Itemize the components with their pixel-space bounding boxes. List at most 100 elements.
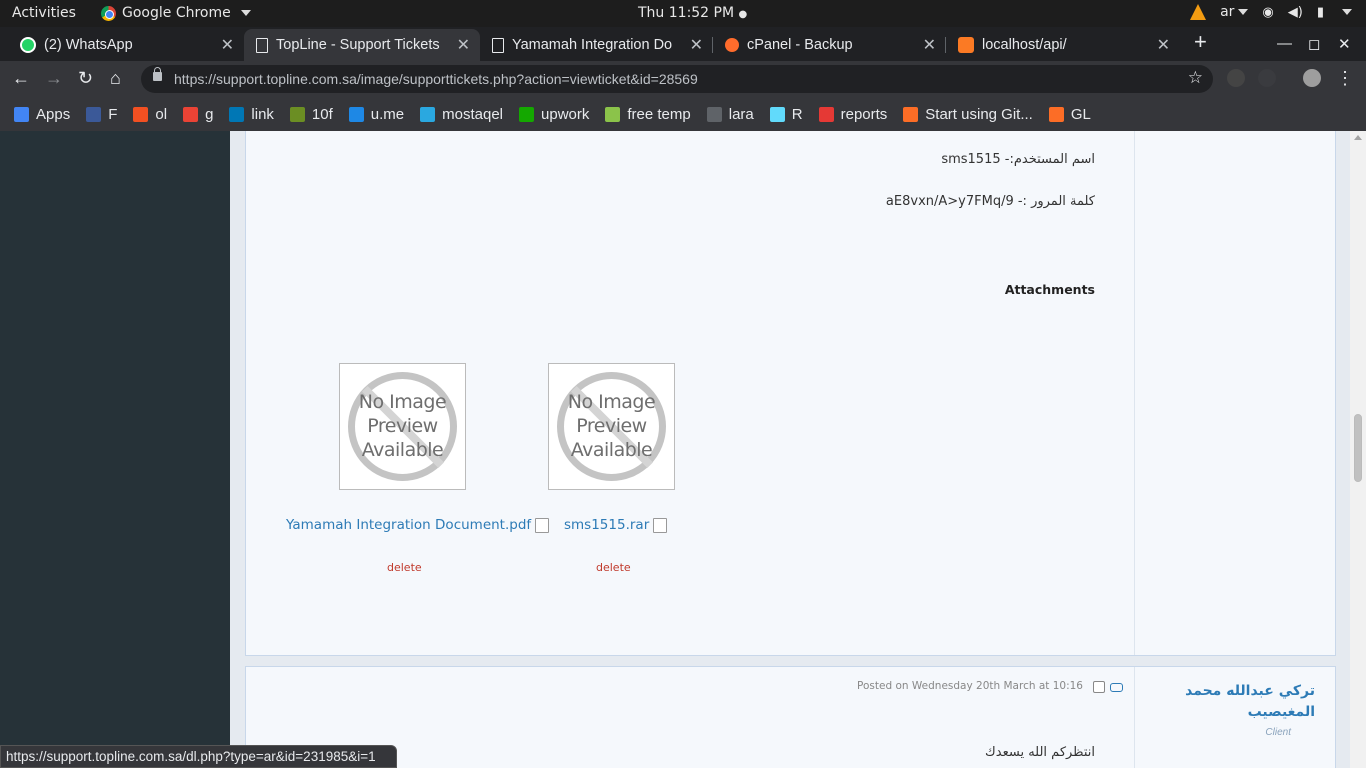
bookmark-label: ol <box>155 105 168 123</box>
ticket-content: اسم المستخدم:- sms1515 كلمة المرور :- aE… <box>230 131 1350 768</box>
input-language-label: ar <box>1220 4 1235 20</box>
bookmark-item[interactable]: F <box>86 106 117 123</box>
close-icon[interactable]: ✕ <box>690 35 703 55</box>
home-button[interactable]: ⌂ <box>110 68 121 89</box>
delete-attachment-link[interactable]: delete <box>387 561 422 574</box>
tab-cpanel[interactable]: cPanel - Backup ✕ <box>713 29 946 61</box>
vlc-icon[interactable] <box>1190 4 1207 20</box>
tab-yamamah[interactable]: Yamamah Integration Do ✕ <box>480 29 713 61</box>
bookmark-label: lara <box>728 105 754 123</box>
file-icon <box>535 517 550 533</box>
ticket-reply: Posted on Wednesday 20th March at 10:16 … <box>245 666 1336 768</box>
close-icon[interactable]: ✕ <box>221 35 234 55</box>
bookmark-item[interactable]: reports <box>818 106 887 123</box>
bookmark-label: u.me <box>370 105 405 123</box>
bookmark-item[interactable]: u.me <box>348 105 405 123</box>
username-line: اسم المستخدم:- sms1515 <box>941 152 1095 167</box>
close-icon[interactable]: ✕ <box>923 35 936 55</box>
no-preview-line: No Image <box>567 391 656 413</box>
bookmark-item[interactable]: g <box>183 106 213 123</box>
attachment-filename: Yamamah Integration Document.pdf <box>286 517 532 533</box>
bookmark-label: 10f <box>311 105 333 123</box>
bookmark-label: Start using Git... <box>925 105 1033 123</box>
bookmark-label: link <box>251 105 274 123</box>
no-preview-line: Preview <box>576 415 647 437</box>
extension-icon[interactable] <box>1227 69 1245 87</box>
scrollbar-thumb[interactable] <box>1354 414 1362 482</box>
clock[interactable]: Thu 11:52 PM ● <box>638 5 747 21</box>
web-page: اسم المستخدم:- sms1515 كلمة المرور :- aE… <box>0 131 1366 768</box>
tab-whatsapp[interactable]: (2) WhatsApp ✕ <box>8 29 244 61</box>
author-name[interactable]: تركي عبدالله محمد المغيصيب <box>1175 681 1315 723</box>
bookmark-item[interactable]: upwork <box>519 106 589 123</box>
bookmark-item[interactable]: free temp <box>605 106 691 123</box>
bookmark-favicon-icon <box>183 106 199 122</box>
chrome-icon <box>101 5 116 21</box>
tab-title: Yamamah Integration Do <box>512 37 673 53</box>
bookmark-item[interactable]: Start using Git... <box>903 106 1033 123</box>
back-button[interactable]: ← <box>12 68 30 89</box>
bookmark-item[interactable]: Apps <box>14 106 70 123</box>
bookmark-favicon-icon <box>903 106 919 122</box>
document-icon <box>492 37 504 53</box>
whatsapp-icon <box>20 37 36 53</box>
close-window-button[interactable]: ✕ <box>1338 35 1351 53</box>
page-scrollbar[interactable] <box>1350 131 1366 768</box>
close-icon[interactable]: ✕ <box>457 35 470 55</box>
bookmark-item[interactable]: lara <box>706 105 754 123</box>
message-author-column <box>1134 131 1335 655</box>
reply-text: انتظركم الله يسعدك <box>985 745 1095 760</box>
wifi-icon: ◉ <box>1262 4 1274 20</box>
bookmark-item[interactable]: R <box>769 106 803 123</box>
app-menu[interactable]: Google Chrome <box>101 5 251 21</box>
attachment-thumbnail[interactable]: No Image Preview Available <box>339 363 466 490</box>
new-tab-button[interactable]: + <box>1194 29 1207 55</box>
tab-title: (2) WhatsApp <box>44 37 133 53</box>
browser-toolbar: ← → ↻ ⌂ https://support.topline.com.sa/i… <box>0 61 1366 97</box>
menu-icon[interactable]: ⋮ <box>1336 68 1354 89</box>
bookmark-label: Apps <box>36 105 71 123</box>
input-language[interactable]: ar <box>1220 4 1249 20</box>
bookmark-favicon-icon <box>348 106 364 122</box>
bookmark-favicon-icon <box>420 106 436 122</box>
delete-attachment-link[interactable]: delete <box>596 561 631 574</box>
posted-date: Posted on Wednesday 20th March at 10:16 <box>857 680 1083 692</box>
bookmark-favicon-icon <box>818 106 834 122</box>
bookmark-item[interactable]: mostaqel <box>420 106 503 123</box>
scroll-up-icon[interactable] <box>1354 135 1362 140</box>
maximize-button[interactable]: ◻ <box>1308 35 1320 53</box>
ticket-message: اسم المستخدم:- sms1515 كلمة المرور :- aE… <box>245 131 1336 656</box>
extension-icon[interactable] <box>1258 69 1276 87</box>
system-tray[interactable]: ar ◉ ◀) ▮ <box>1190 4 1352 20</box>
tab-localhost[interactable]: localhost/api/ ✕ <box>946 29 1180 61</box>
address-bar[interactable]: https://support.topline.com.sa/image/sup… <box>141 65 1213 93</box>
bookmark-label: mostaqel <box>442 105 504 123</box>
reload-button[interactable]: ↻ <box>78 68 93 89</box>
tab-title: cPanel - Backup <box>747 37 853 53</box>
avatar[interactable] <box>1303 69 1321 87</box>
attachment-link-pdf[interactable]: Yamamah Integration Document.pdf <box>286 517 550 533</box>
attachment-filename: sms1515.rar <box>564 517 650 533</box>
no-preview-line: No Image <box>358 391 447 413</box>
document-icon <box>256 37 268 53</box>
close-icon[interactable]: ✕ <box>1157 35 1170 55</box>
author-role: Client <box>1265 727 1291 738</box>
bookmark-item[interactable]: 10f <box>289 105 333 123</box>
minimize-button[interactable]: — <box>1277 35 1292 52</box>
bookmark-item[interactable]: GL <box>1048 106 1091 123</box>
forward-button[interactable]: → <box>45 68 63 89</box>
battery-icon: ▮ <box>1316 4 1324 20</box>
bookmark-item[interactable]: ol <box>133 106 167 123</box>
bookmark-label: g <box>205 105 214 123</box>
bookmark-favicon-icon <box>706 106 722 122</box>
bookmark-item[interactable]: link <box>229 106 274 123</box>
select-checkbox[interactable] <box>1093 681 1105 693</box>
bookmark-star-icon[interactable]: ☆ <box>1188 68 1203 88</box>
attachment-link-rar[interactable]: sms1515.rar <box>564 517 668 533</box>
attachment-thumbnail[interactable]: No Image Preview Available <box>548 363 675 490</box>
tab-support-tickets[interactable]: TopLine - Support Tickets ✕ <box>244 29 480 61</box>
activities-button[interactable]: Activities <box>12 5 76 21</box>
chevron-down-icon <box>1342 9 1352 15</box>
bookmark-favicon-icon <box>86 106 102 122</box>
quote-icon[interactable] <box>1110 683 1123 692</box>
